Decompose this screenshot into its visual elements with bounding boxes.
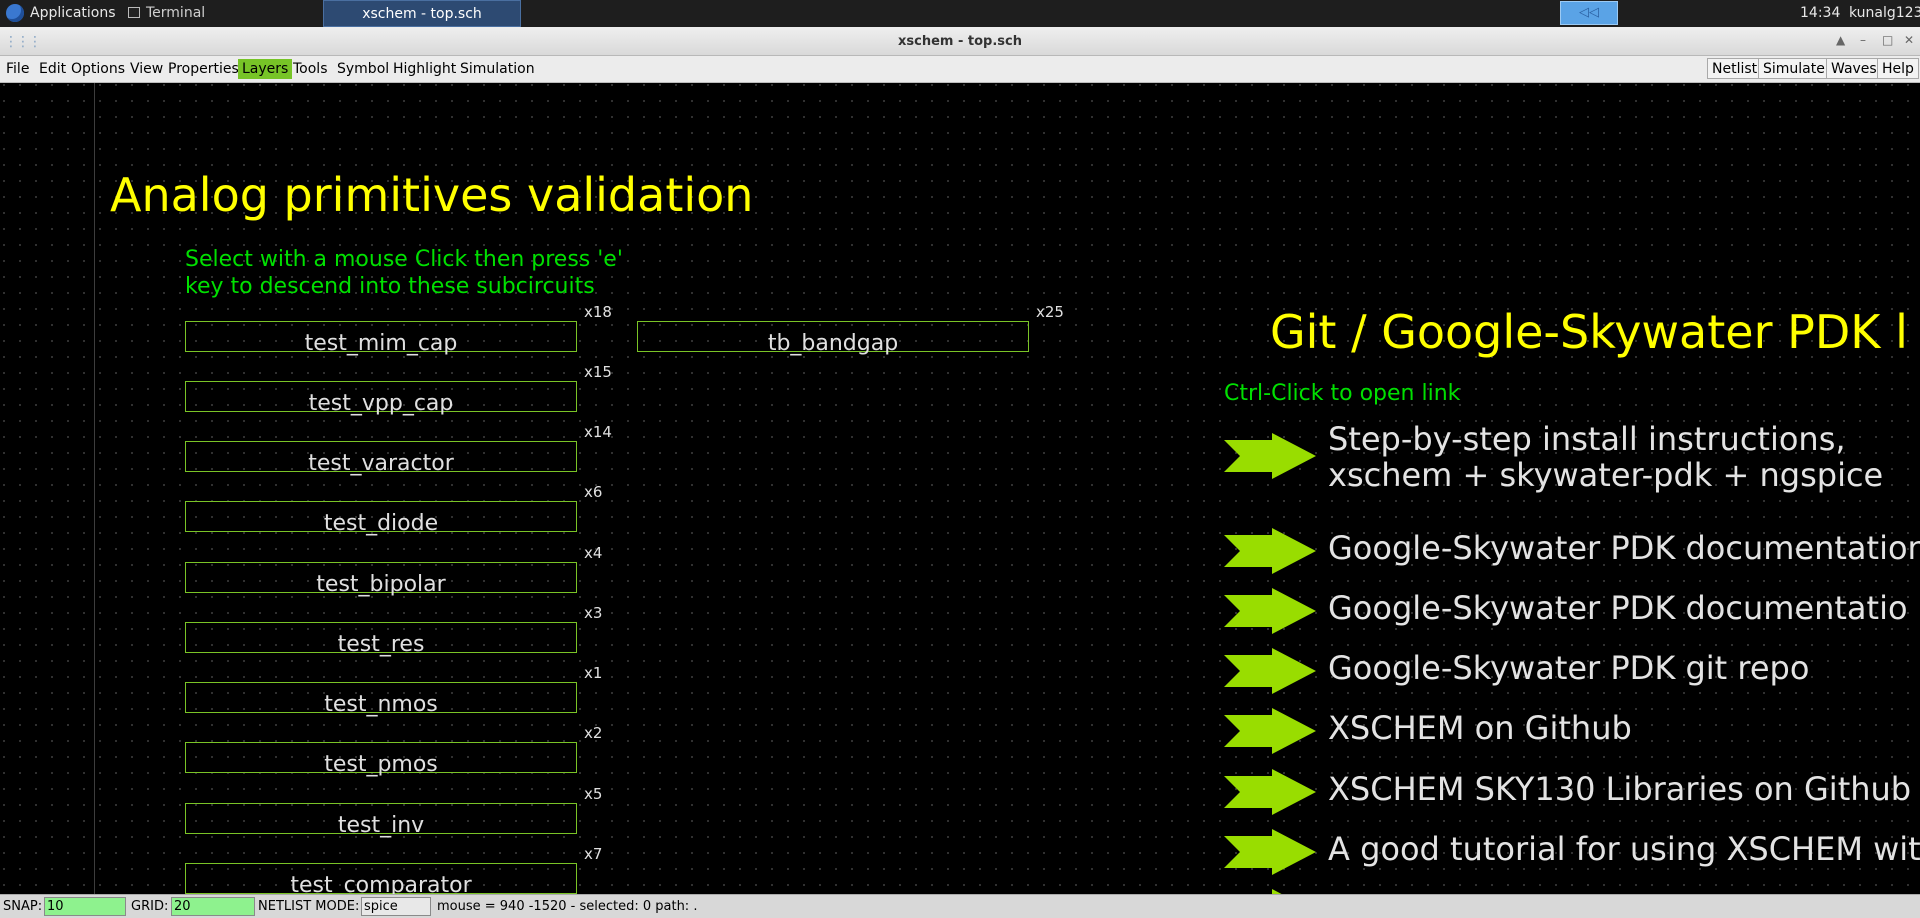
terminal-label: Terminal	[146, 5, 206, 21]
instance-label: x25	[1036, 303, 1064, 321]
menu-view[interactable]: View	[126, 59, 167, 79]
user-name[interactable]: kunalg123	[1849, 0, 1920, 27]
origin-axis-line	[94, 83, 95, 894]
xschem-task-button[interactable]: xschem - top.sch	[323, 0, 521, 27]
simulate-button[interactable]: Simulate	[1758, 58, 1830, 79]
clock[interactable]: 14:34	[1800, 0, 1840, 27]
menu-simulation[interactable]: Simulation	[456, 59, 539, 79]
instance-label: x2	[584, 724, 603, 742]
xschem-task-label: xschem - top.sch	[362, 6, 482, 22]
link-text: A good tutorial for using XSCHEM witl	[1328, 830, 1920, 868]
shade-icon[interactable]: ▲	[1836, 33, 1845, 47]
symbol-test-comparator[interactable]: test_comparator	[185, 863, 577, 894]
link-text: Google-Skywater PDK documentation	[1328, 529, 1920, 567]
help-button[interactable]: Help	[1877, 58, 1919, 79]
snap-input[interactable]: 10	[44, 897, 126, 916]
maximize-icon[interactable]: □	[1882, 33, 1893, 47]
menu-options[interactable]: Options	[67, 59, 129, 79]
terminal-task-button[interactable]: Terminal	[124, 0, 205, 27]
symbol-label: test_nmos	[324, 692, 438, 717]
snap-label: SNAP:	[3, 899, 43, 914]
symbol-label: test_diode	[323, 511, 439, 536]
menu-highlight[interactable]: Highlight	[389, 59, 460, 79]
schematic-title[interactable]: Analog primitives validation	[110, 167, 753, 223]
symbol-test-mim-cap[interactable]: test_mim_cap	[185, 321, 577, 356]
applications-label: Applications	[30, 5, 116, 21]
symbol-test-bipolar[interactable]: test_bipolar	[185, 562, 577, 597]
link-text: Google-Skywater PDK documentatio	[1328, 589, 1908, 627]
link-text: XSCHEM SKY130 Libraries on Github	[1328, 770, 1912, 808]
menu-layers[interactable]: Layers	[238, 59, 293, 79]
link-text: XSCHEM on Github	[1328, 709, 1632, 747]
instance-label: x14	[584, 423, 612, 441]
symbol-test-diode[interactable]: test_diode	[185, 501, 577, 536]
instance-label: x5	[584, 785, 603, 803]
link-text-line-2: xschem + skywater-pdk + ngspice	[1328, 456, 1884, 494]
instance-label: x3	[584, 604, 603, 622]
schematic-canvas[interactable]: Analog primitives validation Select with…	[0, 83, 1920, 894]
symbol-label: test_pmos	[324, 752, 438, 777]
netlist-mode-label: NETLIST MODE:	[258, 899, 360, 914]
symbol-test-inv[interactable]: test_inv	[185, 803, 577, 838]
close-icon[interactable]: ✕	[1904, 33, 1914, 47]
launcher-arrow-icon	[1224, 769, 1316, 815]
menu-properties[interactable]: Properties	[164, 59, 243, 79]
symbol-label: tb_bandgap	[767, 331, 899, 356]
instance-label: x15	[584, 363, 612, 381]
symbol-test-vpp-cap[interactable]: test_vpp_cap	[185, 381, 577, 416]
window-title: xschem - top.sch	[898, 34, 1022, 49]
symbol-label: test_bipolar	[316, 572, 446, 597]
launcher-arrow-icon	[1224, 829, 1316, 875]
symbol-label: test_mim_cap	[304, 331, 458, 356]
waves-button[interactable]: Waves	[1826, 58, 1882, 79]
mouse-info: mouse = 940 -1520 - selected: 0 path: .	[437, 899, 698, 914]
netlist-button[interactable]: Netlist	[1707, 58, 1763, 79]
launcher-arrow-icon	[1224, 433, 1316, 479]
instance-label: x18	[584, 303, 612, 321]
launcher-arrow-icon	[1224, 708, 1316, 754]
menu-edit[interactable]: Edit	[35, 59, 70, 79]
links-section-title[interactable]: Git / Google-Skywater PDK l	[1270, 305, 1908, 359]
link-text-line-1: Step-by-step install instructions,	[1328, 420, 1846, 458]
taskbar: Applications Terminal xschem - top.sch ◁…	[0, 0, 1920, 27]
symbol-label: test_inv	[337, 813, 425, 838]
symbol-test-res[interactable]: test_res	[185, 622, 577, 657]
minimize-icon[interactable]: –	[1860, 33, 1866, 47]
instance-label: x1	[584, 664, 603, 682]
grid-input[interactable]: 20	[171, 897, 255, 916]
xfce-logo-icon	[6, 4, 24, 22]
instruction-line-1[interactable]: Select with a mouse Click then press 'e'	[185, 247, 623, 273]
menubar: File Edit Options View Properties Layers…	[0, 56, 1920, 83]
symbol-tb-bandgap[interactable]: tb_bandgap	[637, 321, 1029, 356]
workspace-pager[interactable]: ◁◁	[1560, 1, 1618, 25]
grid-label: GRID:	[131, 899, 169, 914]
symbol-label: test_varactor	[308, 451, 454, 476]
symbol-test-nmos[interactable]: test_nmos	[185, 682, 577, 717]
netlist-mode-field[interactable]: spice	[361, 897, 431, 916]
terminal-icon	[128, 7, 140, 18]
applications-menu-button[interactable]: Applications	[4, 0, 116, 27]
link-text: Google-Skywater PDK git repo	[1328, 649, 1810, 687]
instance-label: x6	[584, 483, 603, 501]
instance-label: x4	[584, 544, 603, 562]
symbol-test-varactor[interactable]: test_varactor	[185, 441, 577, 476]
workspace-icon: ◁◁	[1579, 5, 1599, 20]
menu-tools[interactable]: Tools	[289, 59, 332, 79]
symbol-label: test_vpp_cap	[308, 391, 454, 416]
ctrl-click-hint[interactable]: Ctrl-Click to open link	[1224, 381, 1460, 407]
launcher-arrow-icon	[1224, 588, 1316, 634]
symbol-label: test_comparator	[290, 873, 472, 894]
menu-file[interactable]: File	[2, 59, 33, 79]
instance-label: x7	[584, 845, 603, 863]
menu-symbol[interactable]: Symbol	[333, 59, 393, 79]
instruction-line-2[interactable]: key to descend into these subcircuits	[185, 274, 595, 300]
launcher-arrow-icon	[1224, 528, 1316, 574]
symbol-label: test_res	[337, 632, 425, 657]
symbol-test-pmos[interactable]: test_pmos	[185, 742, 577, 777]
statusbar: SNAP: 10 GRID: 20 NETLIST MODE: spice mo…	[0, 894, 1920, 918]
launcher-arrow-icon	[1224, 648, 1316, 694]
window-titlebar[interactable]: ⋮⋮⋮ xschem - top.sch ▲ – □ ✕	[0, 27, 1920, 56]
